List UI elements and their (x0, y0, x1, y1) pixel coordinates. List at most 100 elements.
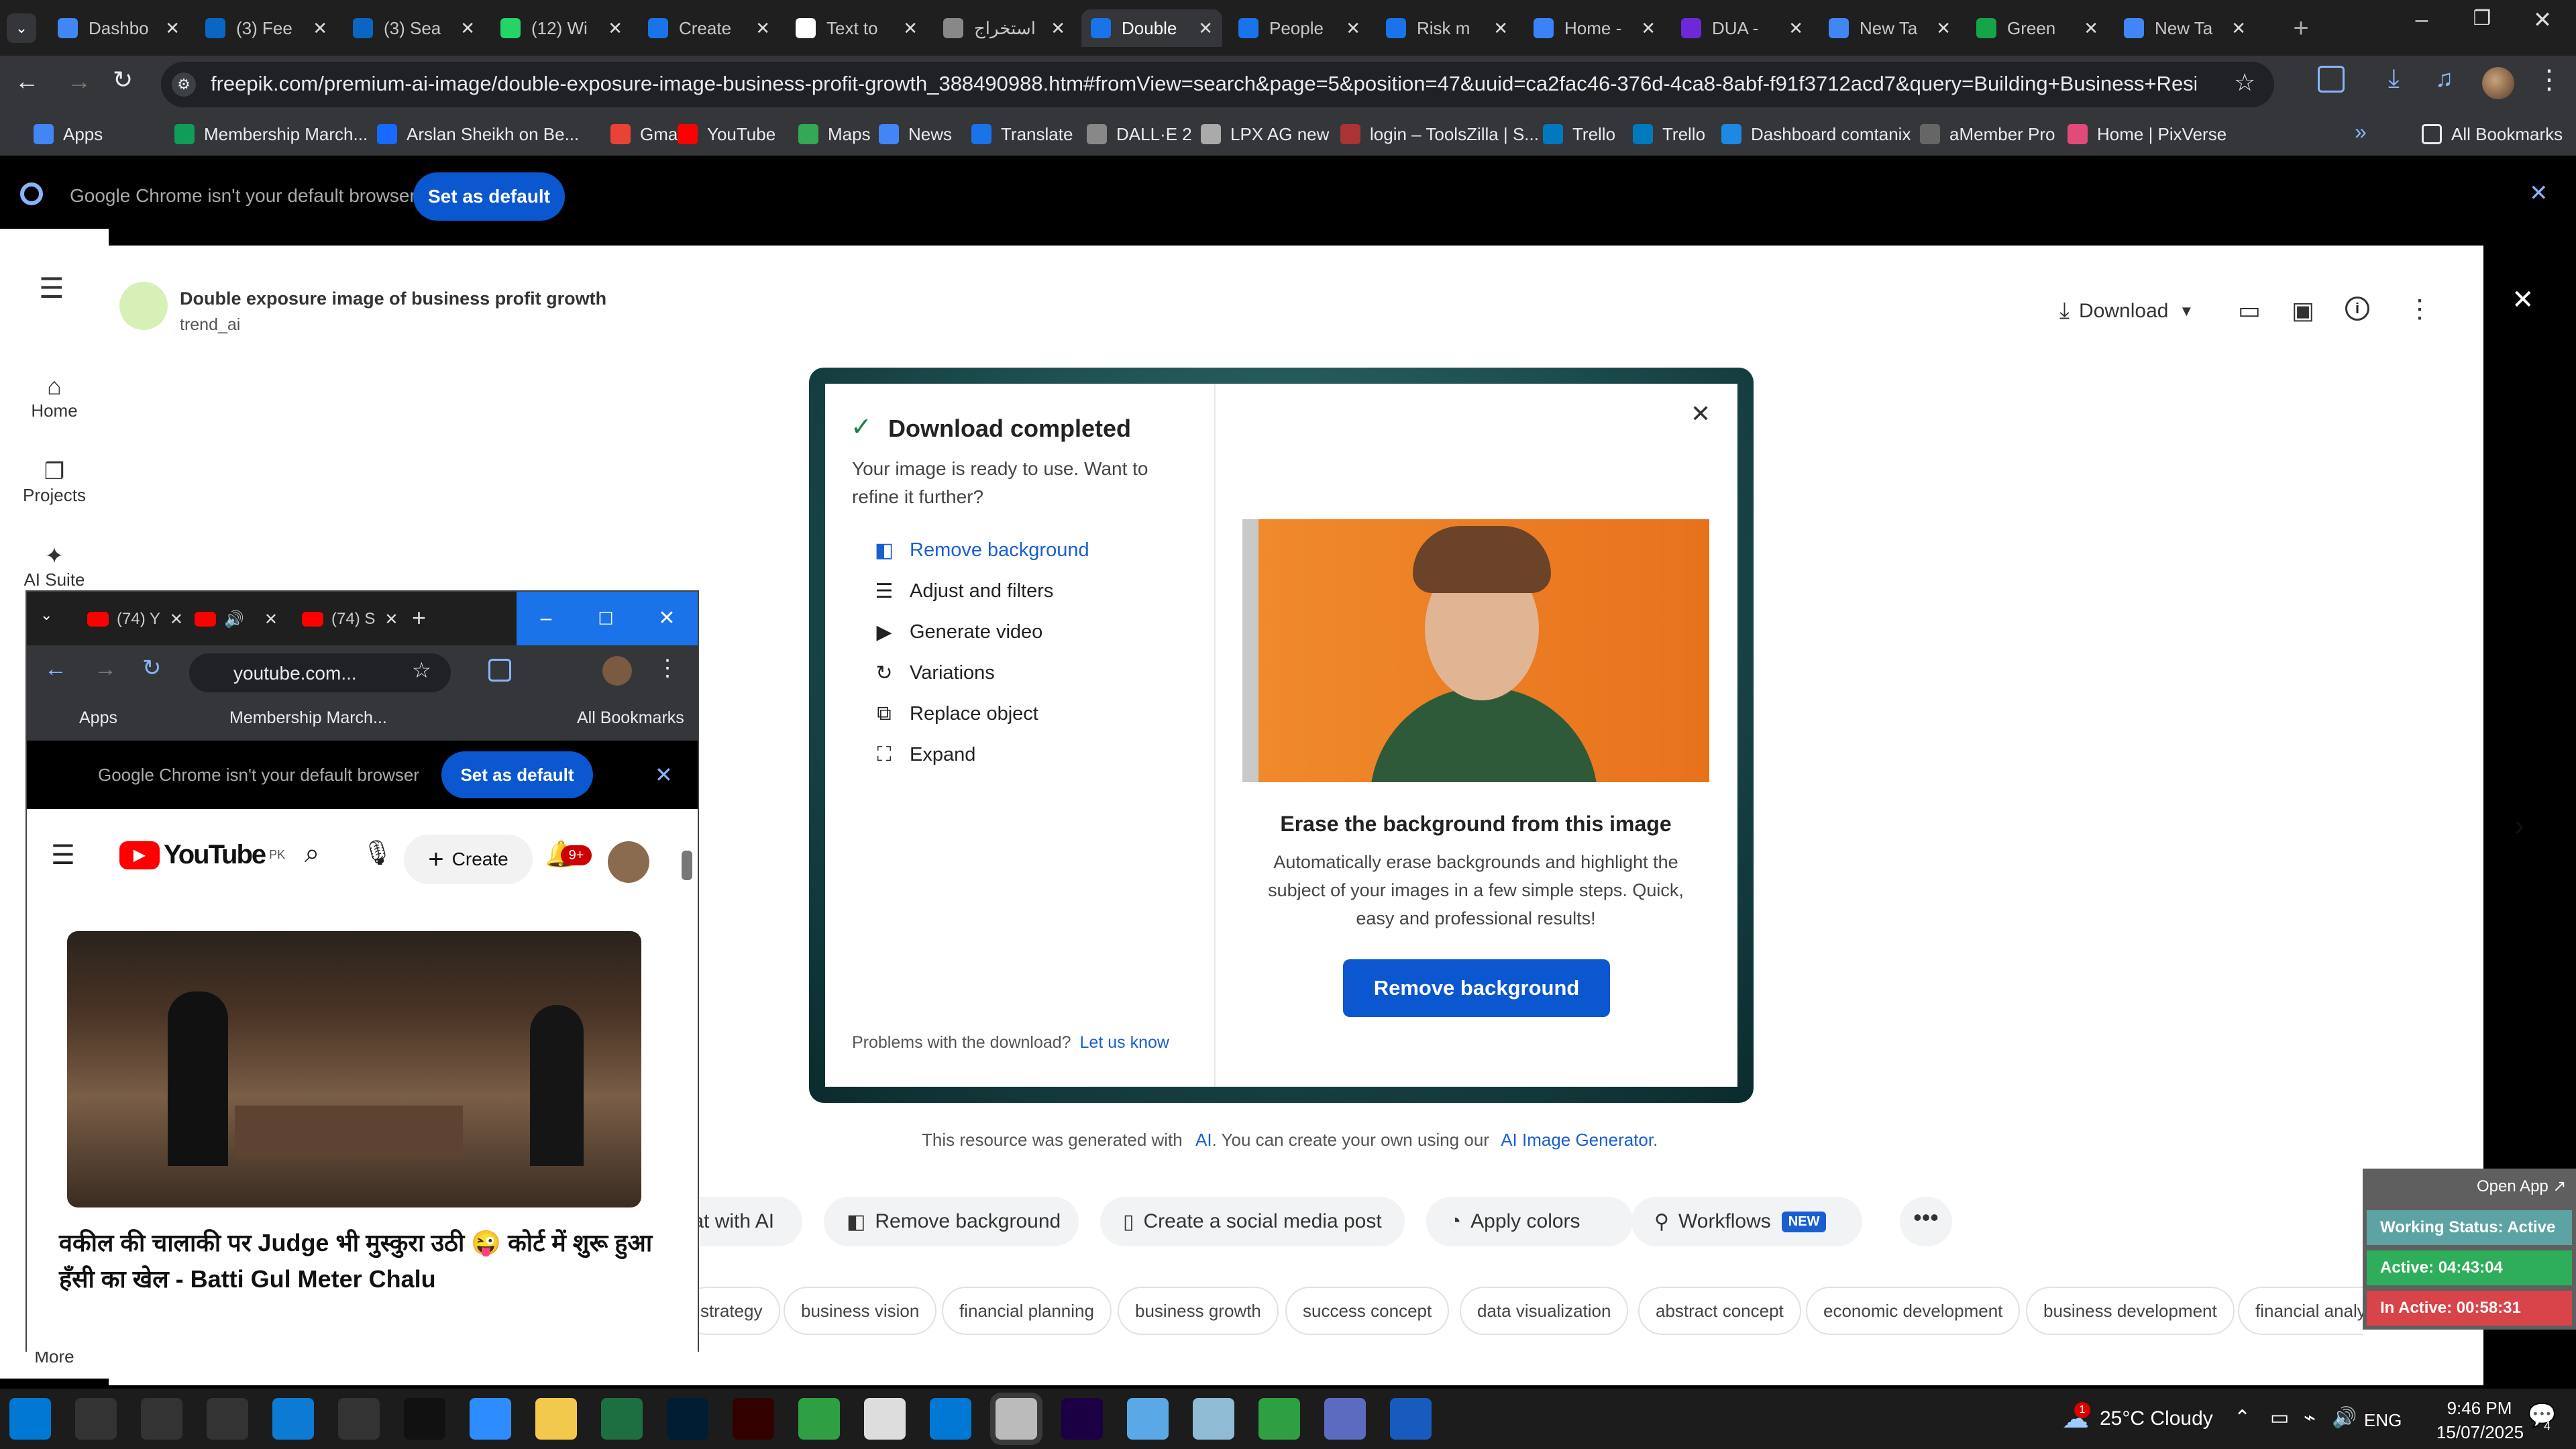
yt-scrollbar[interactable] (682, 851, 692, 880)
tab-close-icon[interactable]: ✕ (2084, 18, 2098, 39)
nav-home[interactable]: ⌂ Home (0, 372, 109, 421)
tab-close-icon[interactable]: ✕ (2231, 18, 2246, 39)
app-icon[interactable] (1127, 1398, 1169, 1440)
start-button[interactable] (9, 1398, 51, 1440)
nav-projects[interactable]: ❐ Projects (0, 458, 109, 506)
site-info-icon[interactable]: ⚙ (172, 72, 196, 97)
yt-minimize-button[interactable]: – (517, 592, 576, 645)
tab-close-icon[interactable]: ✕ (903, 18, 918, 39)
hamburger-icon[interactable]: ☰ (39, 272, 64, 305)
yt-browser-tab[interactable]: (74) S ✕ (302, 600, 398, 638)
yt-create-button[interactable]: + Create (404, 835, 533, 884)
info-icon[interactable]: i (2345, 297, 2369, 321)
save-to-folder-icon[interactable]: ▭ (2238, 297, 2261, 325)
yt-set-default-button[interactable]: Set as default (441, 751, 593, 798)
ai-link[interactable]: AI (1195, 1130, 1212, 1150)
zoom-icon[interactable] (470, 1398, 511, 1440)
yt-video-title[interactable]: वकील की चालाकी पर Judge भी मुस्कुरा उठी … (59, 1225, 663, 1297)
tag-chip[interactable]: business vision (784, 1287, 937, 1335)
refine-option[interactable]: ↻ Variations (872, 661, 994, 685)
tag-chip[interactable]: success concept (1285, 1287, 1450, 1335)
bookmark-item[interactable]: Membership March... (174, 121, 368, 148)
yt-menu-icon[interactable]: ⋮ (656, 655, 679, 682)
word-icon[interactable] (1390, 1398, 1432, 1440)
window-minimize-button[interactable]: – (2395, 7, 2449, 47)
yt-tab-close-icon[interactable]: ✕ (384, 610, 398, 629)
bookmark-item[interactable]: aMember Pro (1920, 121, 2055, 148)
yt-tab-search-button[interactable]: ⌄ (40, 606, 52, 624)
app-icon-2[interactable] (1193, 1398, 1234, 1440)
tab-close-icon[interactable]: ✕ (755, 18, 770, 39)
ai-image-generator-link[interactable]: AI Image Generator (1501, 1130, 1653, 1150)
browser-tab[interactable]: (3) Sea ✕ (343, 9, 484, 47)
close-detail-icon[interactable]: ✕ (2512, 284, 2534, 315)
profile-avatar[interactable] (2482, 67, 2514, 99)
window-close-button[interactable]: ✕ (2516, 7, 2569, 47)
bookmark-item[interactable]: Apps (34, 121, 103, 148)
refine-option[interactable]: ☰ Adjust and filters (872, 579, 1054, 603)
yt-bookmark-membership[interactable]: Membership March... (229, 708, 387, 728)
more-options-icon[interactable]: ⋮ (2407, 294, 2432, 324)
tab-search-button[interactable]: ⌄ (7, 13, 36, 43)
forward-icon[interactable]: → (67, 67, 91, 95)
author-name[interactable]: trend_ai (180, 315, 240, 335)
tray-network-icon[interactable]: ▭ (2270, 1406, 2289, 1430)
tab-close-icon[interactable]: ✕ (1051, 18, 1065, 39)
tag-chip[interactable]: data visualization (1460, 1287, 1629, 1335)
pen-icon[interactable] (338, 1398, 380, 1440)
browser-tab[interactable]: New Ta ✕ (1819, 9, 1960, 47)
browser-tab[interactable]: DUA - ✕ (1672, 9, 1813, 47)
yt-video-thumbnail[interactable] (67, 931, 641, 1208)
chrome-menu-icon[interactable]: ⋮ (2536, 64, 2563, 95)
tab-close-icon[interactable]: ✕ (1346, 18, 1360, 39)
browser-tab[interactable]: Double ✕ (1081, 9, 1222, 47)
yt-hamburger-icon[interactable]: ☰ (51, 840, 75, 871)
bookmark-item[interactable]: Arslan Sheikh on Be... (377, 121, 579, 148)
yt-tab-close-icon[interactable]: ✕ (264, 610, 278, 629)
media-control-icon[interactable]: ♫ (2435, 64, 2453, 93)
bookmark-item[interactable]: DALL·E 2 (1087, 121, 1192, 148)
window-restore-button[interactable]: ❐ (2455, 7, 2509, 47)
action-chip[interactable]: ▯ Create a social media post (1100, 1197, 1405, 1246)
chrome-profile-icon[interactable] (996, 1398, 1037, 1440)
yt-infobar-close-icon[interactable]: ✕ (655, 762, 673, 788)
reload-icon[interactable]: ↻ (113, 66, 133, 94)
tab-close-icon[interactable]: ✕ (1936, 18, 1951, 39)
tab-close-icon[interactable]: ✕ (1641, 18, 1656, 39)
tray-wifi-icon[interactable]: ⌁ (2304, 1406, 2316, 1430)
task-view-icon[interactable] (207, 1398, 248, 1440)
clock-time[interactable]: 9:46 PM (2439, 1398, 2520, 1419)
bookmark-item[interactable]: Trello (1543, 121, 1615, 148)
tag-chip[interactable]: economic development (1806, 1287, 2021, 1335)
yt-bookmark-apps[interactable]: Apps (79, 708, 117, 728)
bookmarks-overflow-icon[interactable]: » (2355, 119, 2367, 144)
tab-close-icon[interactable]: ✕ (608, 18, 623, 39)
tray-volume-icon[interactable]: 🔊 (2332, 1406, 2357, 1430)
bookmark-item[interactable]: Translate (971, 121, 1073, 148)
yt-maximize-button[interactable]: ☐ (576, 592, 636, 645)
edge-icon[interactable] (272, 1398, 314, 1440)
browser-tab[interactable]: (3) Fee ✕ (196, 9, 337, 47)
bookmark-item[interactable]: Gmail (610, 121, 686, 148)
browser-tab[interactable]: People ✕ (1229, 9, 1370, 47)
tab-close-icon[interactable]: ✕ (1493, 18, 1508, 39)
illustrator-icon[interactable] (733, 1398, 774, 1440)
tag-chip[interactable]: business development (2026, 1287, 2235, 1335)
speaker-icon[interactable]: 🔊 (224, 610, 244, 629)
yt-all-bookmarks[interactable]: All Bookmarks (577, 708, 684, 728)
back-icon[interactable]: ← (15, 67, 39, 95)
tab-close-icon[interactable]: ✕ (165, 18, 180, 39)
browser-tab[interactable]: استخراج ✕ (934, 9, 1075, 47)
yt-new-tab-button[interactable]: + (412, 604, 426, 632)
tag-chip[interactable]: business growth (1118, 1287, 1279, 1335)
yt-close-button[interactable]: ✕ (636, 592, 698, 645)
extensions-icon[interactable] (2318, 66, 2345, 93)
refine-option[interactable]: ⧉ Replace object (872, 702, 1038, 726)
action-chip[interactable]: ◔ Apply colors (1426, 1197, 1633, 1246)
yt-mic-icon[interactable]: 🎙 (362, 839, 393, 867)
next-resource-icon[interactable]: › (2514, 809, 2524, 843)
yt-forward-icon[interactable]: → (94, 656, 117, 682)
infobar-close-icon[interactable]: ✕ (2529, 180, 2548, 207)
yt-browser-tab[interactable]: (74) Y ✕ (87, 600, 183, 638)
whatsapp-like-icon[interactable] (1258, 1398, 1300, 1440)
